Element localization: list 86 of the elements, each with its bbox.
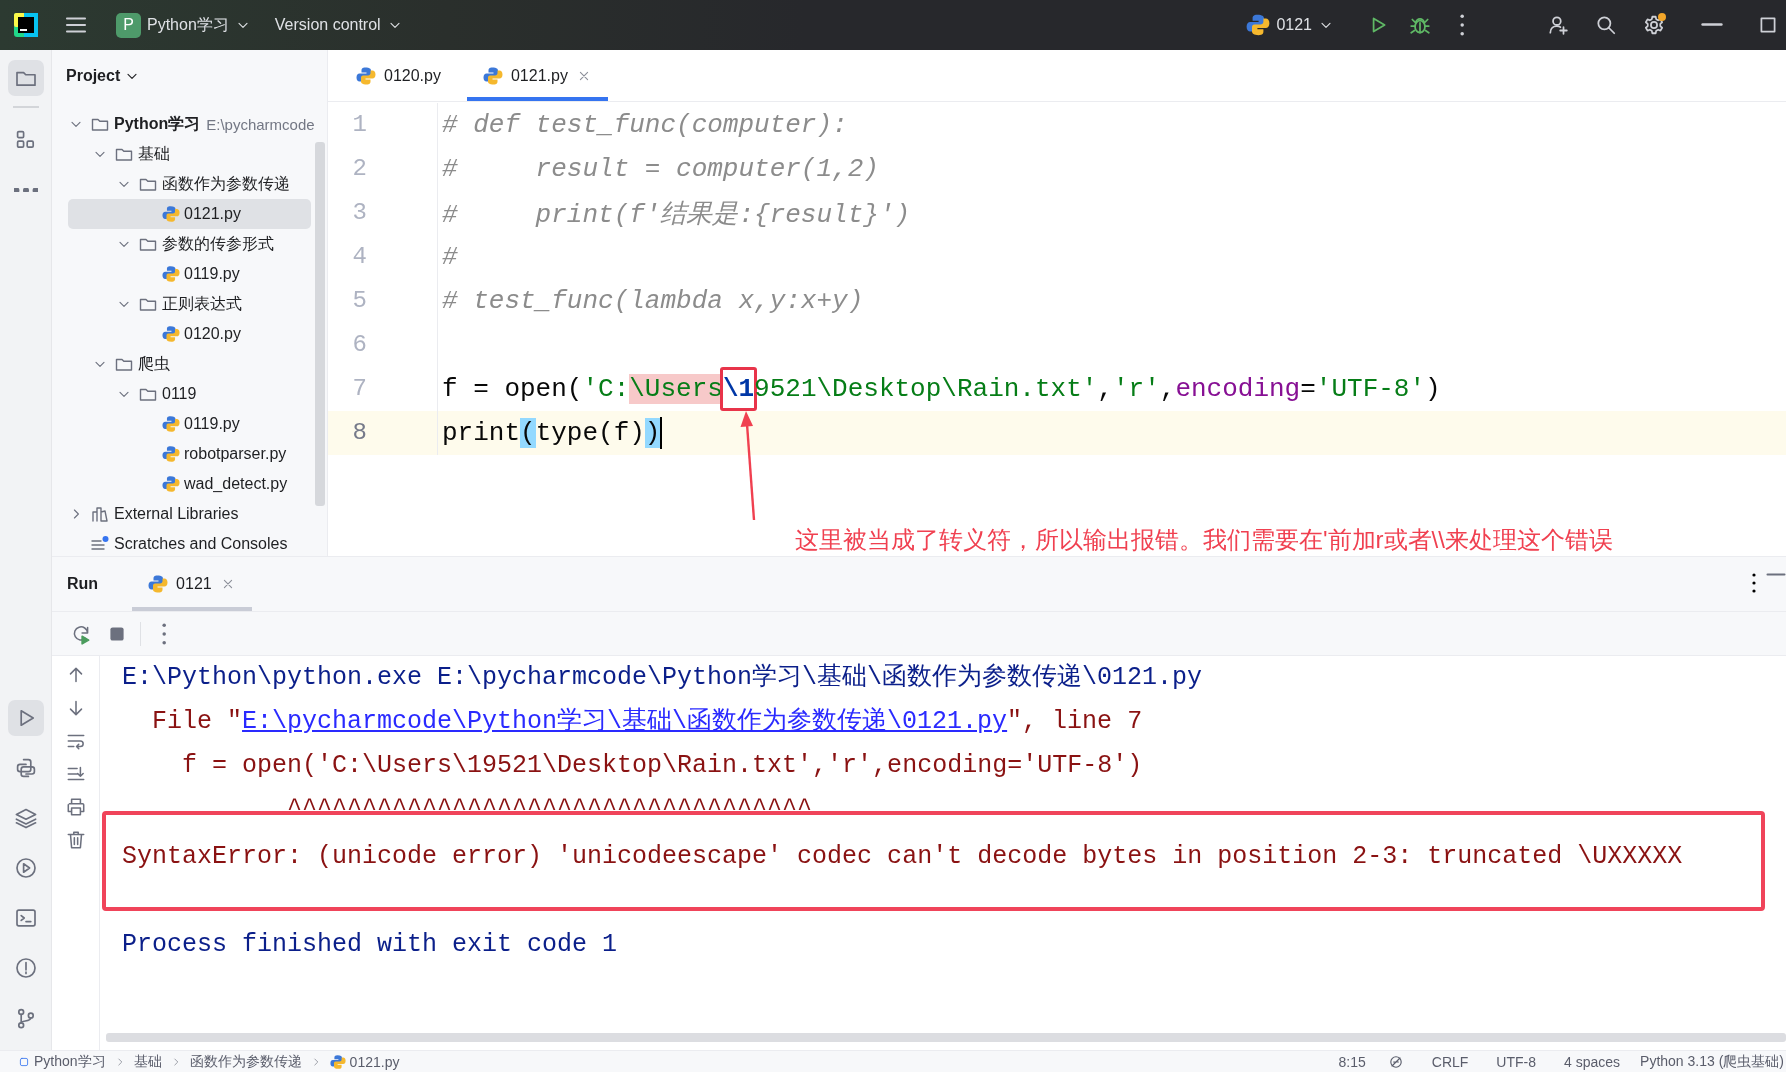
add-user-icon [1547, 14, 1569, 36]
project-badge: P [116, 12, 141, 38]
tree-item[interactable]: 0120.py [68, 319, 311, 349]
console-text: ", line 7 [1007, 707, 1143, 736]
tree-item[interactable]: 0119.py [68, 259, 311, 289]
tree-item[interactable]: 函数作为参数传递 [68, 169, 311, 199]
minimize-icon [1766, 573, 1786, 576]
line-number: 1 [328, 103, 438, 147]
python-file-icon [162, 475, 180, 493]
settings-icon [1643, 14, 1665, 36]
project-switcher[interactable]: P Python学习 [108, 6, 259, 44]
problems-icon [13, 956, 38, 980]
editor-tab[interactable]: 0120.py [340, 50, 457, 101]
panel-title[interactable]: Project [66, 67, 141, 85]
project-tool-button[interactable] [7, 60, 44, 96]
line-number: 4 [328, 235, 438, 279]
more-icon [161, 622, 167, 645]
console-line: f = open('C:\Users\19521\Desktop\Rain.txt','r',encoding='UTF-8') [181, 750, 1144, 782]
interpreter-selector[interactable]: Python 3.13 (爬虫基础) [1640, 1052, 1784, 1071]
more-icon [13, 187, 38, 193]
error-message: SyntaxError: (unicode error) 'unicodeescape' codec can't decode bytes in position 2-3: truncated \UXXXXX [122, 841, 1684, 873]
python-file-icon [356, 65, 376, 86]
tree-item[interactable]: 正则表达式 [68, 289, 311, 319]
tree-item[interactable]: 参数的传参形式 [68, 229, 311, 259]
code-line: print(type(f)) [441, 416, 663, 451]
layers-icon [13, 806, 38, 830]
code-line: # test_func(lambda x,y:x+y) [441, 285, 864, 318]
breadcrumb[interactable]: 0121.py [329, 1053, 400, 1070]
breadcrumb[interactable]: 函数作为参数传递 [189, 1052, 302, 1071]
search-icon [1595, 14, 1617, 36]
breadcrumb[interactable]: 基础 [133, 1052, 162, 1071]
python-icon [1246, 13, 1271, 37]
code-line: # print(f'结果是:{result}') [441, 198, 911, 232]
vcs-menu[interactable]: Version control [266, 10, 411, 40]
python-file-icon [162, 205, 180, 223]
project-path: E:\pycharmcode [206, 115, 315, 133]
services-icon [13, 856, 38, 880]
python-file-icon [329, 1053, 346, 1070]
line-number: 8 [328, 411, 438, 455]
tree-item[interactable]: Scratches and Consoles [68, 529, 311, 556]
run-tool-button[interactable] [7, 700, 44, 736]
editor-tab[interactable]: 0121.py [466, 50, 608, 101]
more-icon [1459, 14, 1465, 36]
cursor-position[interactable]: 8:15 [1338, 1053, 1366, 1070]
line-ending[interactable]: CRLF [1431, 1053, 1469, 1070]
console-line: E:\Python\python.exe E:\pycharmcode\Python学习\基础\函数作为参数传递\0121.py [122, 662, 1204, 694]
inspection-button[interactable] [1387, 1053, 1404, 1070]
run-config-selector[interactable]: 0121 [1238, 7, 1342, 43]
tree-item[interactable]: External Libraries [68, 499, 311, 529]
annotation-text: 这里被当成了转义符，所以输出报错。我们需要在'前加r或者\\来处理这个错误 [795, 525, 1613, 555]
terminal-icon [13, 906, 38, 930]
library-icon [90, 504, 110, 524]
breadcrumb[interactable]: Python学习 [18, 1052, 106, 1071]
python-file-icon [162, 265, 180, 283]
tree-item[interactable]: 0119 [68, 379, 311, 409]
text-cursor [660, 417, 663, 449]
line-number: 5 [328, 279, 438, 323]
python-file-icon [482, 65, 503, 86]
tree-item[interactable]: 基础 [68, 139, 311, 169]
tree-item[interactable]: robotparser.py [68, 439, 311, 469]
python-file-icon [148, 574, 169, 594]
module-icon [18, 1055, 30, 1068]
indent-setting[interactable]: 4 spaces [1564, 1053, 1621, 1070]
python-file-icon [162, 415, 180, 433]
python-file-icon [162, 445, 180, 463]
code-line: # def test_func(computer): [441, 109, 848, 142]
console-line: ^^^^^^^^^^^^^^^^^^^^^^^^^^^^^^^^^^^ [286, 794, 814, 826]
console-text: File " [151, 707, 243, 736]
no-inspection-icon [1387, 1053, 1404, 1070]
code-line: # [441, 241, 458, 274]
line-number: 3 [328, 191, 438, 235]
line-number: 2 [328, 147, 438, 191]
more-icon [1752, 573, 1756, 593]
file-encoding[interactable]: UTF-8 [1496, 1053, 1536, 1070]
panel-title: Run [67, 574, 99, 594]
minimize-icon [1701, 23, 1723, 27]
app-logo[interactable] [14, 13, 38, 37]
tree-item[interactable]: 0121.py [68, 199, 311, 229]
file-link[interactable]: E:\pycharmcode\Python学习\基础\函数作为参数传递\0121.py [242, 707, 1008, 736]
tree-item[interactable]: wad_detect.py [68, 469, 311, 499]
tree-item[interactable]: 0119.py [68, 409, 311, 439]
line-number: 6 [328, 323, 438, 367]
console-line: Process finished with exit code 1 [122, 929, 619, 961]
tree-item[interactable]: 爬虫 [68, 349, 311, 379]
code-line: # result = computer(1,2) [441, 153, 879, 186]
python-file-icon [162, 325, 180, 343]
